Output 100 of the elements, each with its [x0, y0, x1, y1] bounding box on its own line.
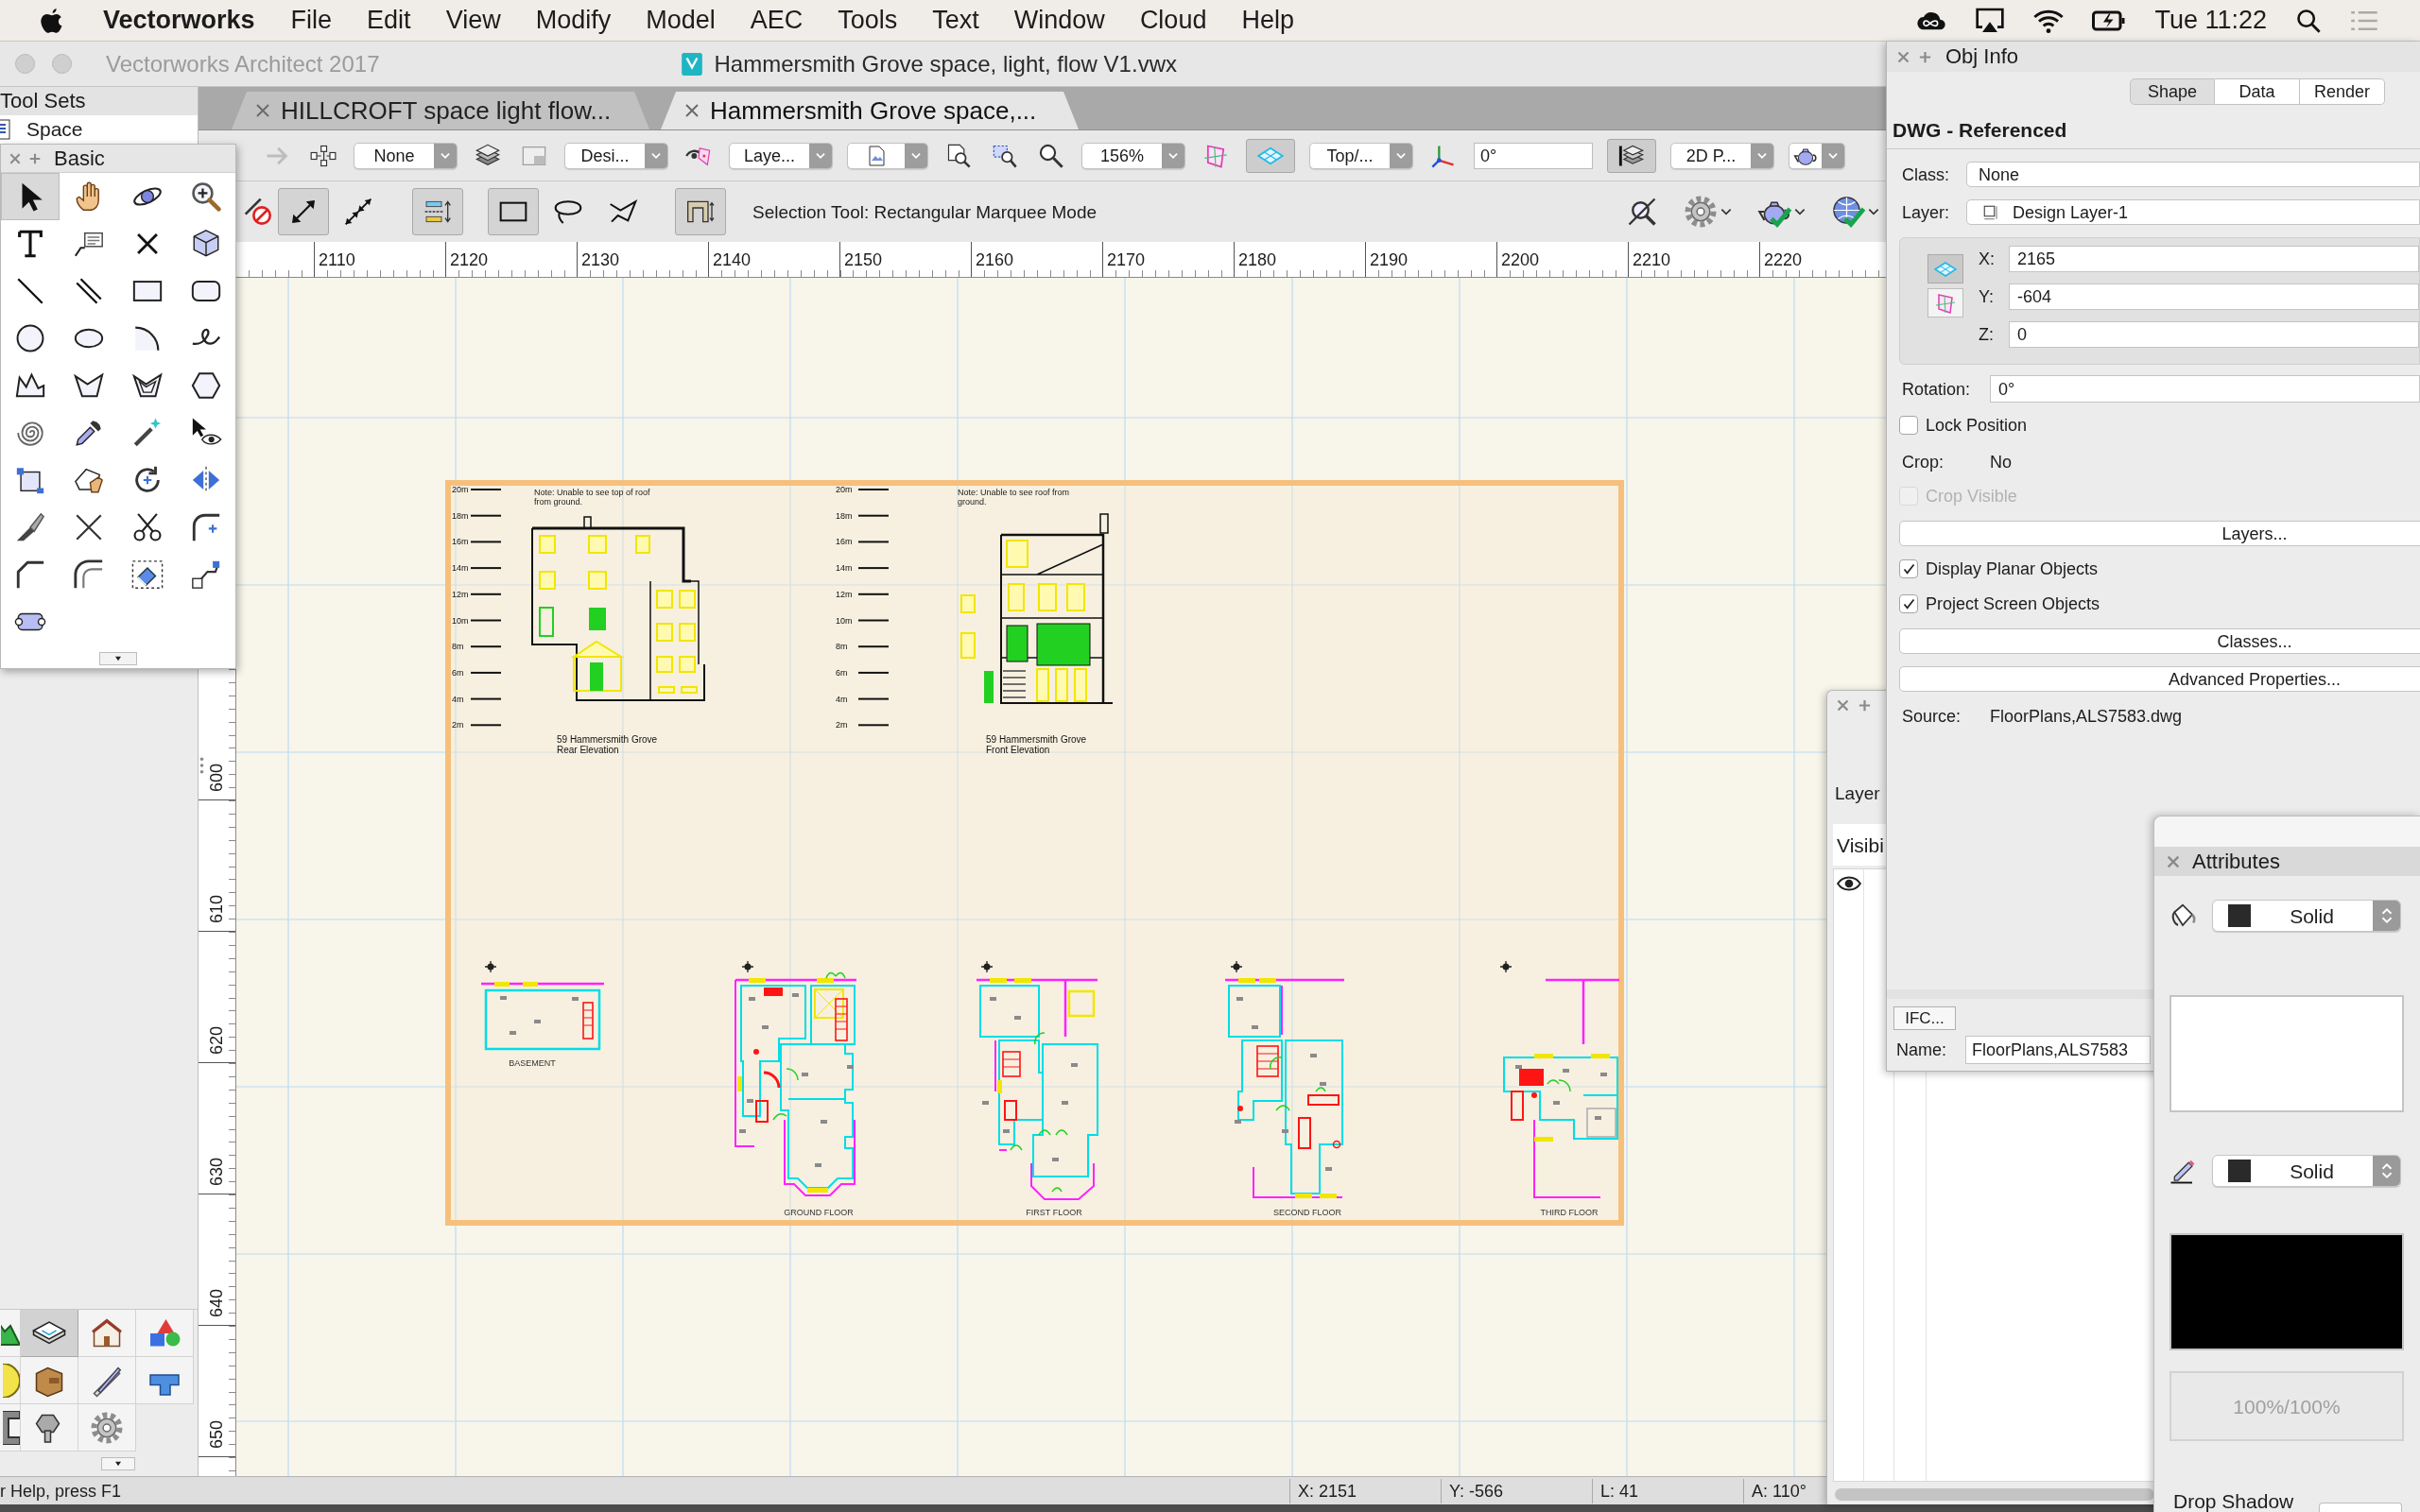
linked-nodes-icon: [190, 558, 222, 591]
menu-item[interactable]: Text: [932, 8, 979, 33]
panel-button[interactable]: Classes...: [1899, 628, 2420, 654]
dropdown[interactable]: None: [354, 142, 458, 169]
menu-item[interactable]: File: [290, 8, 333, 33]
menu-item[interactable]: Modify: [535, 8, 612, 33]
floor-plan-label: GROUND FLOOR: [784, 1208, 854, 1217]
dropdown[interactable]: [1789, 142, 1845, 169]
menu-item[interactable]: Window: [1013, 8, 1105, 33]
scale-label: 18m: [452, 510, 469, 521]
document-tab[interactable]: HILLCROFT space light flow...: [232, 92, 649, 129]
ruler-label: 2180: [1238, 250, 1277, 269]
tab[interactable]: Shape: [2130, 78, 2215, 105]
scale-label: 14m: [836, 563, 853, 574]
palette-title: Layer: [1835, 782, 1880, 805]
tool-set-selector[interactable]: Space: [0, 115, 198, 144]
hexagon-icon: [190, 369, 222, 402]
tool-button[interactable]: [1, 173, 60, 220]
gear-icon: [1684, 195, 1718, 229]
checkmark-icon: [1901, 596, 1916, 611]
plane-button[interactable]: [1927, 288, 1963, 318]
field-value: No: [1990, 454, 2012, 471]
dropdown[interactable]: Top/...: [1309, 142, 1413, 169]
zoom-in-icon: [190, 180, 222, 213]
down-triangle-icon: [113, 655, 123, 662]
pattern-swatch-icon: [2228, 1160, 2251, 1182]
tool-set-button[interactable]: [0, 1404, 21, 1452]
dropdown[interactable]: Laye...: [729, 142, 833, 169]
ruler-label: 2160: [976, 250, 1014, 269]
north-marker-icon: [1499, 960, 1512, 973]
style-dropdown[interactable]: Solid: [2212, 900, 2401, 932]
tool-set-button[interactable]: [0, 1310, 21, 1357]
tool-set-button[interactable]: [21, 1310, 78, 1357]
floor-plan-label: THIRD FLOOR: [1540, 1208, 1599, 1217]
clock[interactable]: Tue 11:22: [2154, 8, 2267, 33]
style-dropdown[interactable]: Solid: [2212, 1155, 2401, 1187]
mode-button[interactable]: [675, 188, 726, 235]
ruler-label: 650: [208, 1420, 226, 1449]
dropdown[interactable]: Desi...: [564, 142, 668, 169]
layer-icon: [1982, 203, 1999, 221]
document-tab[interactable]: Hammersmith Grove space,...: [661, 92, 1079, 129]
rotation-field[interactable]: 0°: [1990, 375, 2420, 403]
coordinate-field[interactable]: 0: [2009, 321, 2419, 348]
checkbox[interactable]: [1899, 416, 1918, 435]
menu-item[interactable]: Help: [1241, 8, 1294, 33]
coordinate-field[interactable]: 2165: [2009, 246, 2419, 272]
toolbar-button[interactable]: [1607, 138, 1656, 173]
globe-check-icon: [1831, 195, 1865, 229]
close-icon: [254, 102, 271, 119]
menu-item[interactable]: Model: [646, 8, 716, 33]
checkbox[interactable]: [1899, 594, 1918, 613]
scale-label: 2m: [836, 720, 848, 730]
scale-label: 16m: [836, 537, 853, 547]
checkbox[interactable]: [1899, 559, 1918, 578]
checkbox-label: Project Screen Objects: [1926, 595, 2100, 612]
ifc-button[interactable]: IFC...: [1893, 1006, 1956, 1030]
i-beam-icon: [3, 1410, 20, 1445]
scale-label: 4m: [836, 694, 848, 704]
layer-dropdown[interactable]: Design Layer-1: [1966, 199, 2420, 225]
palette-title: Attributes: [2192, 850, 2280, 872]
floor-plan-label: BASEMENT: [509, 1058, 556, 1068]
close-icon: [683, 102, 700, 119]
plus-icon: [28, 151, 42, 165]
panel-button[interactable]: Layers...: [1899, 521, 2420, 546]
ruler-label: 2110: [319, 250, 355, 269]
scale-label: 6m: [452, 667, 464, 678]
tool-set-button[interactable]: [78, 1310, 136, 1357]
search-icon: [2295, 7, 2322, 34]
dropdown[interactable]: 2D P...: [1670, 142, 1774, 169]
mode-message: Selection Tool: Rectangular Marquee Mode: [752, 202, 1098, 221]
expand-button[interactable]: [100, 1457, 135, 1470]
field-label: Name:: [1895, 1041, 1947, 1058]
name-field[interactable]: FloorPlans,ALS7583: [1965, 1036, 2151, 1064]
mode-button[interactable]: [488, 188, 539, 235]
scale-label: 6m: [836, 667, 848, 678]
field-label: Y:: [1979, 288, 1995, 305]
page-zoom-icon: [945, 142, 972, 169]
double-arrows-icon: [343, 197, 373, 227]
menu-item[interactable]: Tools: [838, 8, 898, 33]
mode-button[interactable]: [278, 188, 329, 235]
dropdown[interactable]: 156%: [1081, 142, 1185, 169]
app-menu[interactable]: Vectorworks: [103, 8, 255, 33]
drop-shadow-toggle[interactable]: [2319, 1503, 2402, 1512]
menu-item[interactable]: Edit: [367, 8, 411, 33]
expand-button[interactable]: [99, 652, 137, 665]
menu-item[interactable]: AEC: [750, 8, 804, 33]
ruler-label: 2190: [1370, 250, 1409, 269]
class-dropdown[interactable]: None: [1966, 162, 2420, 187]
status-help: r Help, press F1: [0, 1482, 122, 1500]
tool-set-button[interactable]: [21, 1357, 78, 1404]
coordinate-field[interactable]: -604: [2009, 284, 2419, 310]
checkbox-label: Lock Position: [1926, 417, 2028, 434]
panel-button[interactable]: Advanced Properties...: [1899, 666, 2420, 692]
tab[interactable]: Data: [2215, 78, 2300, 105]
tab[interactable]: Render: [2300, 78, 2385, 105]
angle-field[interactable]: 0°: [1474, 142, 1593, 169]
menu-item[interactable]: Cloud: [1139, 8, 1207, 33]
tool-set-button[interactable]: [21, 1404, 78, 1452]
menu-item[interactable]: View: [445, 8, 501, 33]
tool-set-button[interactable]: [78, 1357, 136, 1404]
